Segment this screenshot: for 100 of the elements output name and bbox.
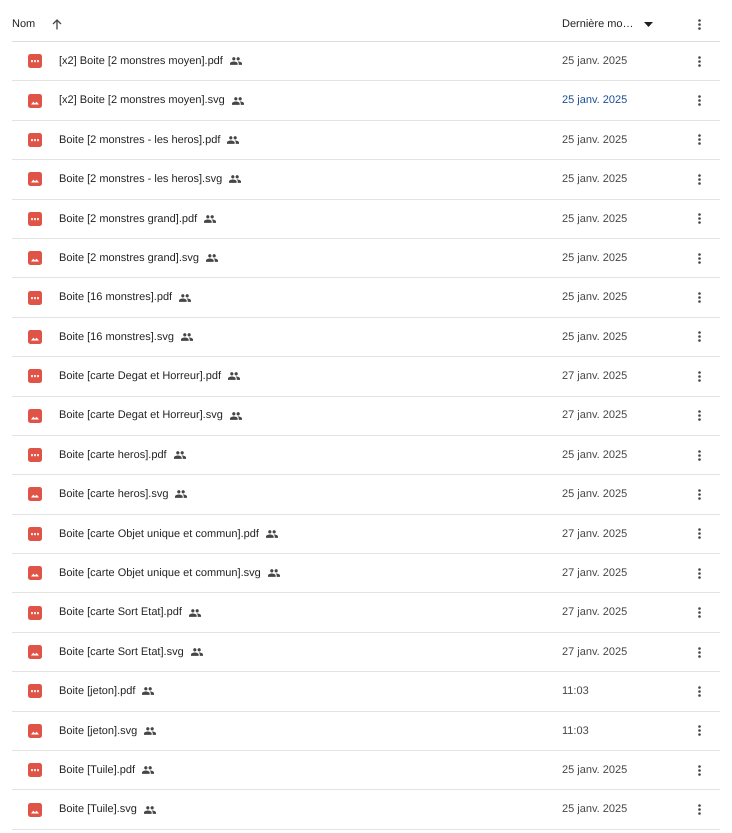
caret-down-icon	[644, 22, 653, 27]
file-row[interactable]: Boite [2 monstres - les heros].svg 25 janv. 2025	[12, 160, 720, 200]
modified-date: 27 janv. 2025	[562, 408, 628, 424]
more-options-button[interactable]	[696, 93, 702, 108]
modified-date: 27 janv. 2025	[562, 566, 628, 582]
more-vertical-icon	[698, 56, 700, 67]
more-vertical-icon	[698, 19, 700, 30]
file-row[interactable]: Boite [Tuile].pdf 25 janv. 2025	[12, 751, 720, 790]
file-name: Boite [carte Degat et Horreur].pdf	[59, 369, 222, 384]
more-options-button[interactable]	[696, 566, 702, 581]
more-vertical-icon	[698, 686, 700, 697]
modified-date: 25 janv. 2025	[562, 487, 628, 502]
more-options-button[interactable]	[696, 605, 702, 620]
modified-date: 11:03	[562, 684, 589, 700]
modified-date: 27 janv. 2025	[562, 605, 628, 620]
modified-date: 25 janv. 2025	[562, 172, 628, 188]
modified-date: 25 janv. 2025	[562, 448, 628, 463]
more-vertical-icon	[698, 528, 700, 540]
more-vertical-icon	[698, 213, 700, 224]
file-row[interactable]: Boite [Tuile].svg 25 janv. 2025	[12, 790, 720, 830]
more-vertical-icon	[698, 764, 700, 776]
more-vertical-icon	[698, 292, 700, 304]
file-row[interactable]: Boite [carte Objet unique et commun].pdf 27 janv. 2025	[12, 514, 720, 554]
file-name: Boite [Tuile].pdf	[59, 762, 136, 778]
file-name: Boite [2 monstres grand].svg	[59, 250, 200, 266]
more-options-button[interactable]	[696, 172, 702, 187]
file-name: Boite [carte Sort Etat].svg	[59, 644, 184, 660]
modified-date: 27 janv. 2025	[562, 526, 628, 542]
file-name: Boite [carte Objet unique et commun].svg	[59, 566, 261, 582]
modified-date: 27 janv. 2025	[562, 644, 628, 660]
more-vertical-icon	[698, 488, 700, 500]
file-row[interactable]: Boite [16 monstres].pdf 25 janv. 2025	[12, 278, 720, 318]
more-vertical-icon	[698, 174, 700, 185]
file-row[interactable]: Boite [jeton].svg 11:03	[12, 712, 720, 752]
file-name: Boite [Tuile].svg	[59, 802, 137, 818]
more-options-button[interactable]	[696, 723, 702, 738]
more-options-button[interactable]	[696, 526, 702, 542]
more-vertical-icon	[698, 331, 700, 342]
modified-date: 11:03	[562, 724, 589, 739]
more-options-button[interactable]	[696, 211, 702, 226]
file-name: Boite [carte Degat et Horreur].svg	[59, 408, 223, 424]
more-options-button[interactable]	[696, 250, 702, 266]
modified-date: 25 janv. 2025	[562, 93, 628, 108]
file-name: Boite [carte Sort Etat].pdf	[59, 605, 182, 620]
file-row[interactable]: Boite [2 monstres grand].pdf 25 janv. 2025	[12, 200, 720, 239]
file-name: Boite [16 monstres].pdf	[59, 290, 172, 306]
more-options-button[interactable]	[696, 684, 702, 699]
file-row[interactable]: Boite [carte Degat et Horreur].pdf 27 janv. 2025	[12, 357, 720, 397]
modified-date: 25 janv. 2025	[562, 290, 628, 306]
file-row[interactable]: Boite [carte heros].pdf 25 janv. 2025	[12, 436, 720, 476]
more-options-button[interactable]	[696, 448, 702, 463]
more-options-button[interactable]	[696, 368, 702, 384]
file-row[interactable]: Boite [carte Sort Etat].pdf 27 janv. 2025	[12, 593, 720, 633]
more-options-button[interactable]	[696, 17, 702, 32]
file-name: Boite [carte heros].pdf	[59, 448, 167, 463]
file-name: [x2] Boite [2 monstres moyen].pdf	[59, 54, 223, 69]
modified-date: 25 janv. 2025	[562, 802, 628, 818]
more-options-button[interactable]	[696, 762, 702, 778]
more-vertical-icon	[698, 410, 700, 422]
more-options-button[interactable]	[696, 486, 702, 502]
more-vertical-icon	[698, 607, 700, 618]
file-row[interactable]: Boite [16 monstres].svg 25 janv. 2025	[12, 318, 720, 358]
more-vertical-icon	[698, 725, 700, 736]
file-name: Boite [jeton].pdf	[59, 684, 136, 700]
file-name: Boite [2 monstres grand].pdf	[59, 212, 198, 226]
file-row[interactable]: [x2] Boite [2 monstres moyen].pdf 25 janv. 2025	[12, 42, 720, 82]
file-row[interactable]: [x2] Boite [2 monstres moyen].svg 25 janv. 2025	[12, 81, 720, 121]
file-row[interactable]: Boite [carte Sort Etat].svg 27 janv. 2025	[12, 632, 720, 672]
more-options-button[interactable]	[696, 802, 702, 818]
more-vertical-icon	[698, 646, 700, 658]
more-vertical-icon	[698, 252, 700, 264]
file-name: Boite [carte heros].svg	[59, 487, 168, 502]
more-vertical-icon	[698, 134, 700, 146]
file-row[interactable]: Boite [carte Objet unique et commun].svg 27 janv. 2025	[12, 554, 720, 594]
file-row[interactable]: Boite [carte Degat et Horreur].svg 27 janv. 2025	[12, 396, 720, 436]
file-row[interactable]: Boite [jeton].pdf 11:03	[12, 672, 720, 712]
file-row[interactable]: Boite [2 monstres grand].svg 25 janv. 2025	[12, 238, 720, 278]
more-options-button[interactable]	[696, 329, 702, 344]
modified-date: 27 janv. 2025	[562, 369, 628, 384]
more-options-button[interactable]	[696, 132, 702, 148]
more-options-button[interactable]	[696, 408, 702, 424]
file-name: Boite [carte Objet unique et commun].pdf	[59, 526, 259, 542]
more-options-button[interactable]	[696, 290, 702, 306]
file-row[interactable]: Boite [carte heros].svg 25 janv. 2025	[12, 475, 720, 515]
file-name: [x2] Boite [2 monstres moyen].svg	[59, 93, 225, 108]
more-vertical-icon	[698, 568, 700, 579]
modified-date: 25 janv. 2025	[562, 762, 628, 778]
file-name: Boite [16 monstres].svg	[59, 330, 174, 345]
modified-date: 25 janv. 2025	[562, 212, 628, 226]
name-column-header[interactable]: Nom	[12, 16, 62, 33]
more-vertical-icon	[698, 370, 700, 382]
file-name: Boite [jeton].svg	[59, 724, 138, 739]
more-options-button[interactable]	[696, 644, 702, 660]
more-options-button[interactable]	[696, 54, 702, 69]
modified-date: 25 janv. 2025	[562, 132, 628, 148]
modified-date: 25 janv. 2025	[562, 330, 628, 345]
modified-column-header[interactable]: Dernière mo…	[562, 16, 653, 33]
arrow-up-icon	[52, 19, 62, 30]
file-row[interactable]: Boite [2 monstres - les heros].pdf 25 janv. 2025	[12, 120, 720, 160]
file-name: Boite [2 monstres - les heros].svg	[59, 172, 222, 188]
